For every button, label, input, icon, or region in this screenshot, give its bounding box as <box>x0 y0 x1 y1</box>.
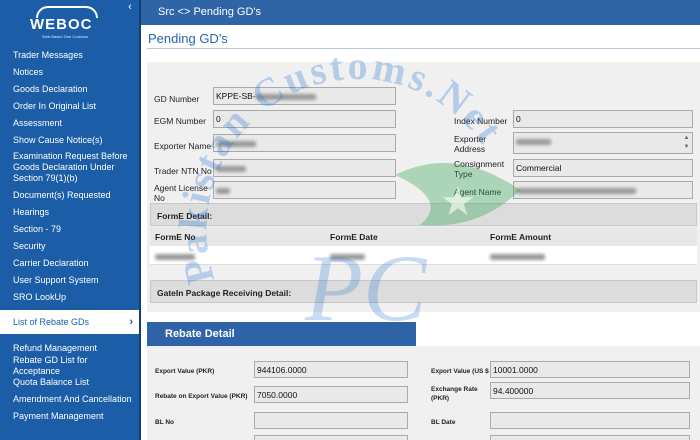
egm-number-label: EGM Number <box>154 116 206 126</box>
forme-amount-column: FormE Amount <box>490 232 552 242</box>
forme-date-column: FormE Date <box>330 232 378 242</box>
index-number-label: Index Number <box>454 116 508 126</box>
sidebar-item-payment-management[interactable]: Payment Management <box>0 408 139 425</box>
sidebar-item-rebate-gd-list[interactable]: Rebate GD List for Acceptance <box>0 355 139 376</box>
export-value-pkr-field[interactable]: 944106.0000 <box>254 361 408 378</box>
exporter-address-label: Exporter Address <box>454 134 487 154</box>
sidebar: WEBOC Web Based One Customs ‹ Trader Mes… <box>0 0 141 440</box>
exchange-rate-label: Exchange Rate (PKR) <box>431 386 478 402</box>
forme-amount-cell <box>490 251 545 261</box>
sidebar-item-show-cause[interactable]: Show Cause Notice(s) <box>0 132 139 149</box>
bl-date-label: BL Date <box>431 419 456 426</box>
trader-ntn-field[interactable] <box>213 159 396 177</box>
agent-name-field[interactable] <box>513 181 693 199</box>
agent-license-label: Agent License No <box>154 183 208 203</box>
index-number-field[interactable]: 0 <box>513 110 693 128</box>
sidebar-item-assessment[interactable]: Assessment <box>0 115 139 132</box>
chevron-right-icon: › <box>129 315 133 328</box>
bl-no-label: BL No <box>155 419 175 426</box>
forme-date-cell <box>330 251 365 261</box>
consignment-type-label: Consignment Type <box>454 159 505 179</box>
sidebar-item-documents-requested[interactable]: Document(s) Requested <box>0 187 139 204</box>
next-field-left[interactable] <box>254 435 408 440</box>
exporter-address-field[interactable]: ▲ ▼ <box>513 132 693 154</box>
forme-table: FormE No FormE Date FormE Amount <box>150 227 697 265</box>
trader-ntn-label: Trader NTN No <box>154 166 212 176</box>
bl-no-field[interactable] <box>254 412 408 429</box>
top-bar: Src <> Pending GD's <box>141 0 700 25</box>
scroll-arrows-icon[interactable]: ▲ ▼ <box>682 134 691 152</box>
exchange-rate-field[interactable]: 94.400000 <box>490 382 690 399</box>
sidebar-menu: Trader Messages Notices Goods Declaratio… <box>0 47 139 425</box>
weboc-logo[interactable]: WEBOC Web Based One Customs <box>28 6 108 42</box>
egm-number-field[interactable]: 0 <box>213 110 396 128</box>
logo-text: WEBOC <box>30 16 93 33</box>
sidebar-item-hearings[interactable]: Hearings <box>0 204 139 221</box>
page-title: Pending GD's <box>148 31 228 46</box>
sidebar-item-amendment-cancellation[interactable]: Amendment And Cancellation <box>0 391 139 408</box>
export-value-usd-label: Export Value (US $ <box>431 368 489 375</box>
forme-no-column: FormE No <box>155 232 196 242</box>
rebate-value-label: Rebate on Export Value (PKR) <box>155 393 248 400</box>
title-divider <box>147 48 700 49</box>
gd-detail-form: GD Number KPPE-SB- EGM Number 0 Index Nu… <box>147 62 700 312</box>
sidebar-item-security[interactable]: Security <box>0 238 139 255</box>
sidebar-item-section-79[interactable]: Section - 79 <box>0 221 139 238</box>
collapse-sidebar-icon[interactable]: ‹ <box>123 0 137 14</box>
logo-subtitle: Web Based One Customs <box>42 34 89 39</box>
sidebar-item-list-of-rebate-gds[interactable]: List of Rebate GDs › <box>0 310 139 334</box>
sidebar-item-examination-request[interactable]: Examination Request Before Goods Declara… <box>0 149 139 187</box>
forme-table-header: FormE No FormE Date FormE Amount <box>150 227 697 246</box>
forme-no-cell <box>155 251 195 261</box>
table-row[interactable] <box>150 246 697 265</box>
exporter-name-field[interactable] <box>213 134 396 152</box>
bl-date-field[interactable] <box>490 412 690 429</box>
agent-name-label: Agent Name <box>454 187 502 197</box>
rebate-detail-panel: Export Value (PKR) 944106.0000 Export Va… <box>147 346 700 440</box>
export-value-pkr-label: Export Value (PKR) <box>155 368 215 375</box>
sidebar-item-carrier-declaration[interactable]: Carrier Declaration <box>0 255 139 272</box>
gatein-section-header: GateIn Package Receiving Detail: <box>150 280 697 303</box>
rebate-detail-title: Rebate Detail <box>165 328 235 340</box>
sidebar-item-user-support[interactable]: User Support System <box>0 272 139 289</box>
next-field-right[interactable] <box>490 435 690 440</box>
gd-number-field[interactable]: KPPE-SB- <box>213 87 396 105</box>
sidebar-item-goods-declaration[interactable]: Goods Declaration <box>0 81 139 98</box>
sidebar-item-quota-balance[interactable]: Quota Balance List <box>0 374 139 391</box>
export-value-usd-field[interactable]: 10001.0000 <box>490 361 690 378</box>
sidebar-item-notices[interactable]: Notices <box>0 64 139 81</box>
breadcrumb: Src <> Pending GD's <box>158 6 261 18</box>
sidebar-item-trader-messages[interactable]: Trader Messages <box>0 47 139 64</box>
gd-number-label: GD Number <box>154 94 200 104</box>
forme-section-header: FormE Detail: <box>150 203 697 226</box>
agent-license-field[interactable] <box>213 181 396 199</box>
sidebar-item-order-in-original[interactable]: Order In Original List <box>0 98 139 115</box>
rebate-detail-header: Rebate Detail <box>147 322 416 346</box>
sidebar-item-sro-lookup[interactable]: SRO LookUp <box>0 289 139 306</box>
exporter-name-label: Exporter Name <box>154 141 212 151</box>
consignment-type-field[interactable]: Commercial <box>513 159 693 177</box>
rebate-value-field[interactable]: 7050.0000 <box>254 386 408 403</box>
